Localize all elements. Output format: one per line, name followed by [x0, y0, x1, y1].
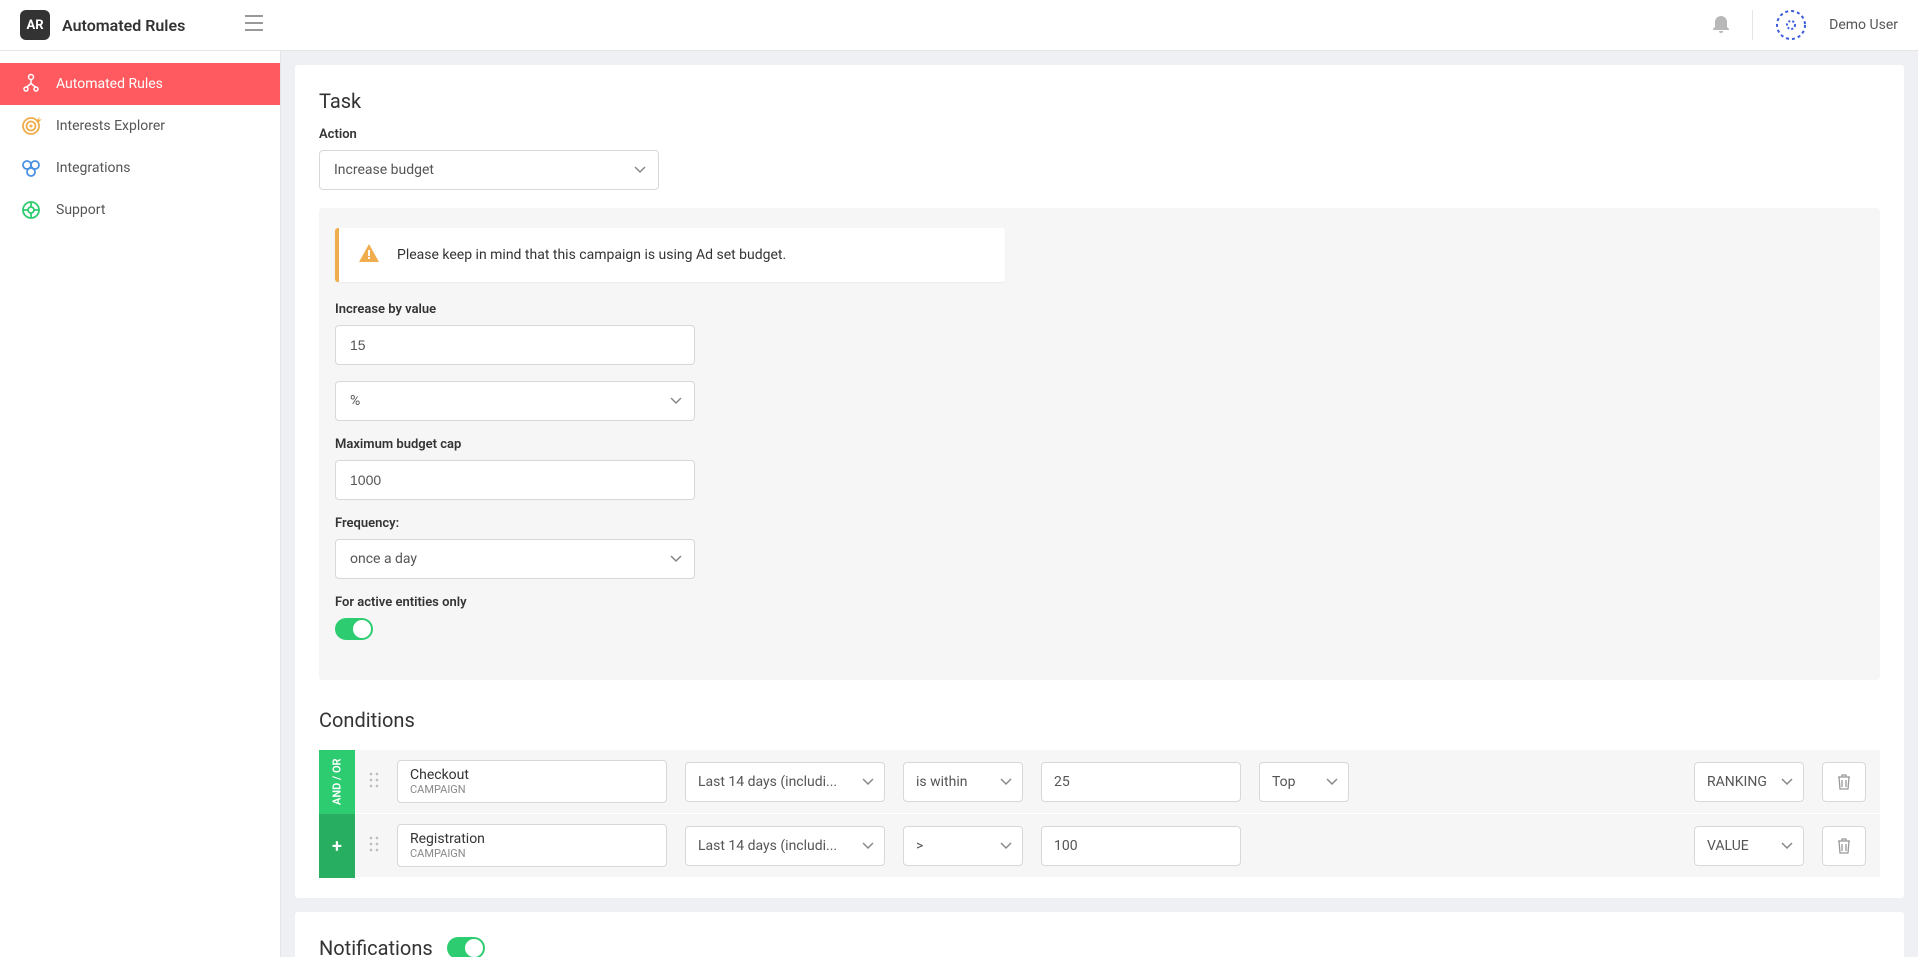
rank-value: Top — [1272, 774, 1296, 790]
warning-icon — [359, 244, 379, 266]
app-title: Automated Rules — [62, 16, 185, 35]
operator-value: > — [916, 838, 923, 854]
drag-handle-icon[interactable] — [369, 772, 379, 792]
chevron-down-icon — [670, 393, 682, 409]
rank-select[interactable]: Top — [1259, 762, 1349, 802]
chevron-down-icon — [1000, 774, 1012, 790]
action-details: Please keep in mind that this campaign i… — [319, 208, 1880, 680]
notifications-card: Notifications — [295, 912, 1904, 957]
metric-level: CAMPAIGN — [410, 783, 654, 796]
conditions-block: AND / OR + Checkout CAMPAIGN — [319, 750, 1880, 878]
warning-banner: Please keep in mind that this campaign i… — [335, 228, 1005, 282]
value-type: RANKING — [1707, 774, 1767, 790]
conditions-title: Conditions — [319, 708, 1880, 732]
increase-unit-value: % — [350, 393, 360, 409]
max-cap-input[interactable] — [335, 460, 695, 500]
chevron-down-icon — [1781, 774, 1793, 790]
chevron-down-icon — [1000, 838, 1012, 854]
operator-select[interactable]: > — [903, 826, 1023, 866]
active-only-toggle[interactable] — [335, 618, 373, 640]
value-type-select[interactable]: VALUE — [1694, 826, 1804, 866]
operator-value: is within — [916, 774, 967, 790]
condition-row: Checkout CAMPAIGN Last 14 days (includi.… — [355, 750, 1880, 814]
add-condition-button[interactable]: + — [319, 814, 355, 878]
header-divider — [1752, 10, 1753, 40]
sidebar-item-label: Integrations — [56, 160, 130, 176]
frequency-value: once a day — [350, 551, 417, 567]
action-value: Increase budget — [334, 162, 434, 178]
timeframe-value: Last 14 days (includi... — [698, 838, 837, 854]
chevron-down-icon — [670, 551, 682, 567]
frequency-select[interactable]: once a day — [335, 539, 695, 579]
threshold-value: 100 — [1054, 838, 1078, 854]
increase-label: Increase by value — [335, 302, 1864, 317]
sidebar-item-integrations[interactable]: Integrations — [0, 147, 280, 189]
action-select[interactable]: Increase budget — [319, 150, 659, 190]
operator-select[interactable]: is within — [903, 762, 1023, 802]
metric-select[interactable]: Registration CAMPAIGN — [397, 824, 667, 867]
main-content: Task Action Increase budget Please keep … — [281, 51, 1918, 957]
user-name[interactable]: Demo User — [1829, 17, 1898, 33]
notifications-title: Notifications — [319, 936, 433, 957]
notifications-toggle[interactable] — [447, 937, 485, 957]
chevron-down-icon — [862, 774, 874, 790]
integrations-icon — [20, 157, 42, 179]
rules-icon — [20, 73, 42, 95]
active-only-label: For active entities only — [335, 595, 1864, 610]
value-type-select[interactable]: RANKING — [1694, 762, 1804, 802]
drag-handle-icon[interactable] — [369, 836, 379, 856]
chevron-down-icon — [862, 838, 874, 854]
timeframe-value: Last 14 days (includi... — [698, 774, 837, 790]
threshold-value: 25 — [1054, 774, 1070, 790]
target-icon — [20, 115, 42, 137]
delete-condition-button[interactable] — [1822, 762, 1866, 802]
chevron-down-icon — [1781, 838, 1793, 854]
menu-toggle-icon[interactable] — [245, 15, 263, 35]
action-label: Action — [319, 127, 1880, 142]
frequency-label: Frequency: — [335, 516, 1864, 531]
logo-badge: AR — [20, 10, 50, 40]
timeframe-select[interactable]: Last 14 days (includi... — [685, 762, 885, 802]
warning-text: Please keep in mind that this campaign i… — [397, 247, 786, 263]
increase-unit-select[interactable]: % — [335, 381, 695, 421]
sidebar-item-support[interactable]: Support — [0, 189, 280, 231]
metric-name: Registration — [410, 831, 654, 847]
task-title: Task — [319, 89, 1880, 113]
header: AR Automated Rules Demo User — [0, 0, 1918, 51]
sidebar-item-label: Support — [56, 202, 105, 218]
chevron-down-icon — [634, 162, 646, 178]
avatar[interactable] — [1775, 9, 1807, 41]
support-icon — [20, 199, 42, 221]
metric-name: Checkout — [410, 767, 654, 783]
notifications-icon[interactable] — [1712, 13, 1730, 37]
sidebar-item-automated-rules[interactable]: Automated Rules — [0, 63, 280, 105]
timeframe-select[interactable]: Last 14 days (includi... — [685, 826, 885, 866]
threshold-input[interactable]: 25 — [1041, 762, 1241, 802]
task-card: Task Action Increase budget Please keep … — [295, 65, 1904, 898]
sidebar: Automated Rules Interests Explorer Integ… — [0, 51, 281, 957]
metric-level: CAMPAIGN — [410, 847, 654, 860]
condition-andor-toggle[interactable]: AND / OR — [319, 750, 355, 814]
value-type: VALUE — [1707, 838, 1749, 854]
condition-row: Registration CAMPAIGN Last 14 days (incl… — [355, 814, 1880, 878]
threshold-input[interactable]: 100 — [1041, 826, 1241, 866]
metric-select[interactable]: Checkout CAMPAIGN — [397, 760, 667, 803]
sidebar-item-label: Interests Explorer — [56, 118, 165, 134]
sidebar-item-label: Automated Rules — [56, 76, 163, 92]
increase-value-input[interactable] — [335, 325, 695, 365]
max-cap-label: Maximum budget cap — [335, 437, 1864, 452]
chevron-down-icon — [1326, 774, 1338, 790]
delete-condition-button[interactable] — [1822, 826, 1866, 866]
sidebar-item-interests-explorer[interactable]: Interests Explorer — [0, 105, 280, 147]
